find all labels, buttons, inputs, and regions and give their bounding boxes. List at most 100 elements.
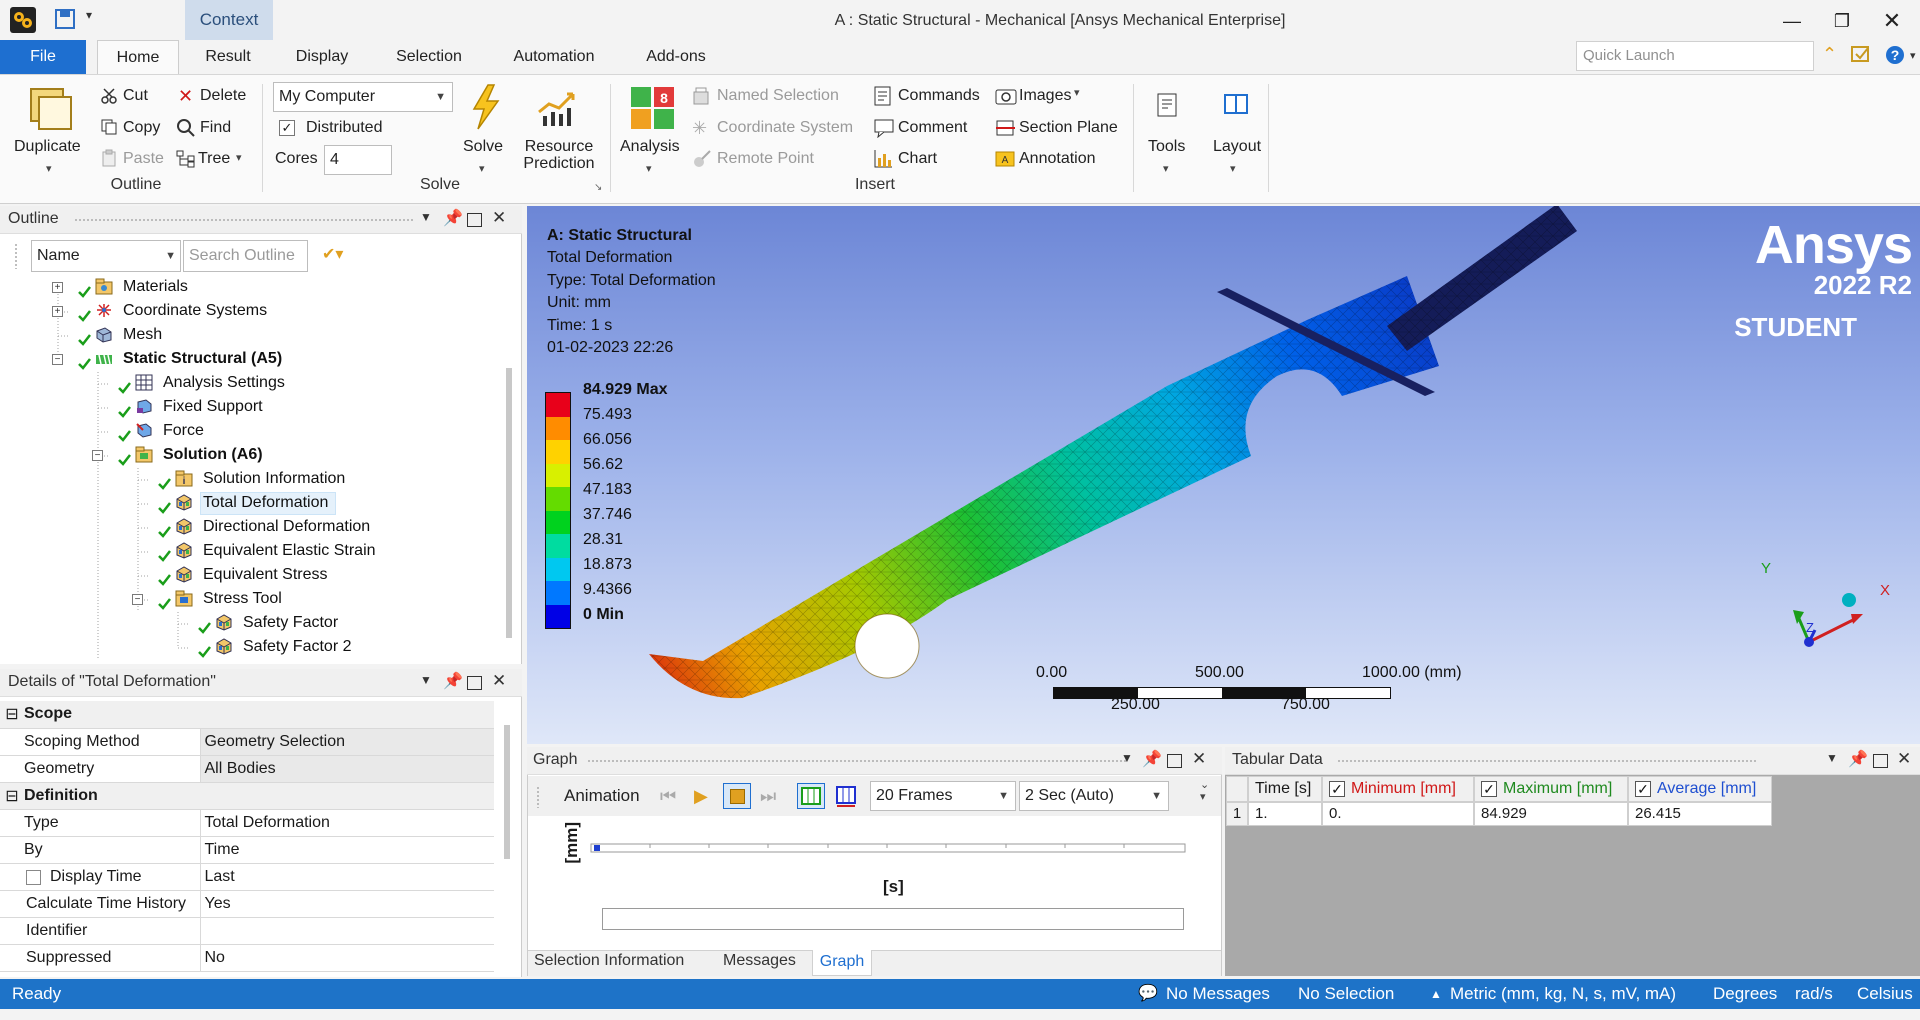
display-time-checkbox[interactable] — [26, 869, 41, 885]
type-value[interactable]: Total Deformation — [200, 809, 494, 837]
tools-dropdown-icon[interactable]: ▾ — [1163, 162, 1169, 175]
tools-icon[interactable] — [1156, 92, 1180, 118]
status-rate[interactable]: rad/s — [1795, 979, 1833, 1009]
distributed-checkbox[interactable]: ✓ — [279, 120, 295, 136]
remote-point-button[interactable]: Remote Point — [717, 150, 814, 168]
tree-item-total-deformation[interactable]: Total Deformation — [203, 494, 328, 512]
tab-file[interactable]: File — [0, 40, 86, 74]
column-checkbox[interactable]: ✓ — [1329, 781, 1345, 797]
pin-icon[interactable]: 📌 — [1848, 749, 1868, 769]
status-temp[interactable]: Celsius — [1857, 979, 1913, 1009]
tree-item-analysis-settings[interactable]: Analysis Settings — [163, 374, 285, 392]
comment-button[interactable]: Comment — [898, 119, 967, 137]
context-tab[interactable]: Context — [185, 0, 273, 40]
resource-prediction-button[interactable]: Resource Prediction — [520, 138, 598, 172]
duration-select[interactable]: 2 Sec (Auto) ▼ — [1019, 781, 1169, 811]
tree-dropdown-icon[interactable]: ▾ — [236, 151, 242, 164]
details-row[interactable]: Suppressed No — [0, 944, 494, 972]
outline-search-input[interactable]: Search Outline — [183, 240, 308, 272]
tree-item-force[interactable]: Force — [163, 422, 204, 440]
geometry-value[interactable]: All Bodies — [200, 755, 494, 783]
images-dropdown-icon[interactable]: ▾ — [1074, 86, 1080, 99]
graphics-viewport[interactable]: A: Static Structural Total Deformation T… — [527, 206, 1920, 744]
solve-machine-select[interactable]: My Computer ▼ — [273, 82, 453, 112]
expand-icon[interactable]: + — [52, 306, 63, 317]
details-row[interactable]: By Time — [0, 836, 494, 864]
delete-button[interactable]: Delete — [200, 87, 246, 105]
annotation-button[interactable]: Annotation — [1019, 150, 1096, 168]
tree-item-directional-deformation[interactable]: Directional Deformation — [203, 518, 370, 536]
layout-icon[interactable] — [1223, 92, 1249, 118]
tab-add-ons[interactable]: Add-ons — [632, 40, 720, 74]
maximize-icon[interactable] — [467, 213, 482, 227]
tree-item-equivalent-elastic-strain[interactable]: Equivalent Elastic Strain — [203, 542, 376, 560]
maximize-icon[interactable] — [1873, 754, 1888, 768]
commands-button[interactable]: Commands — [898, 87, 980, 105]
layout-dropdown-icon[interactable]: ▾ — [1230, 162, 1236, 175]
by-value[interactable]: Time — [200, 836, 494, 864]
pin-icon[interactable]: 📌 — [443, 208, 463, 228]
solve-dropdown-icon[interactable]: ▾ — [479, 162, 485, 175]
collapse-icon[interactable]: − — [132, 594, 143, 605]
collapse-icon[interactable]: ⊟ — [0, 701, 20, 729]
panel-menu-icon[interactable]: ▼ — [1826, 751, 1838, 765]
status-messages[interactable]: No Messages — [1166, 979, 1270, 1009]
stop-button[interactable] — [723, 783, 751, 809]
outline-filter-select[interactable]: Name ▼ — [31, 240, 181, 272]
qat-dropdown-icon[interactable]: ▾ — [86, 8, 92, 22]
cut-button[interactable]: Cut — [123, 87, 148, 105]
save-icon[interactable] — [55, 9, 75, 29]
duplicate-icon[interactable] — [28, 86, 74, 132]
panel-menu-icon[interactable]: ▼ — [420, 673, 432, 687]
tree-item-solution-information[interactable]: Solution Information — [203, 470, 345, 488]
status-angle[interactable]: Degrees — [1713, 979, 1777, 1009]
collapse-icon[interactable]: − — [52, 354, 63, 365]
solve-icon[interactable] — [468, 84, 502, 130]
collapse-icon[interactable]: ⊟ — [0, 782, 20, 810]
panel-close-icon[interactable]: ✕ — [492, 208, 506, 228]
details-row[interactable]: Identifier — [0, 917, 494, 945]
duplicate-dropdown-icon[interactable]: ▾ — [46, 162, 52, 175]
tree-item-coordinate-systems[interactable]: Coordinate Systems — [123, 302, 267, 320]
panel-menu-icon[interactable]: ▼ — [1121, 751, 1133, 765]
row-header[interactable]: 1 — [1226, 802, 1248, 826]
scoping-method-value[interactable]: Geometry Selection — [200, 728, 494, 756]
analysis-dropdown-icon[interactable]: ▾ — [646, 162, 652, 175]
triad-axes[interactable] — [1757, 552, 1877, 652]
play-icon[interactable]: ▶ — [694, 786, 708, 807]
duplicate-button[interactable]: Duplicate — [14, 138, 81, 156]
details-section-definition[interactable]: ⊟ Definition — [0, 782, 494, 810]
outline-scrollbar[interactable] — [506, 368, 512, 638]
distributed-frames-button[interactable] — [797, 783, 825, 809]
tree-item-equivalent-stress[interactable]: Equivalent Stress — [203, 566, 328, 584]
tab-messages[interactable]: Messages — [723, 952, 796, 970]
tab-selection-information[interactable]: Selection Information — [534, 952, 684, 970]
status-units[interactable]: Metric (mm, kg, N, s, mV, mA) — [1450, 979, 1676, 1009]
details-row[interactable]: Geometry All Bodies — [0, 755, 494, 783]
solve-button[interactable]: Solve — [463, 138, 503, 156]
suppressed-value[interactable]: No — [200, 944, 494, 972]
search-options-icon[interactable]: ✔▾ — [322, 244, 343, 264]
column-header-average[interactable]: ✓ Average [mm] — [1628, 776, 1772, 802]
restore-button[interactable]: ❐ — [1822, 6, 1862, 36]
panel-close-icon[interactable]: ✕ — [1192, 749, 1206, 769]
details-section-scope[interactable]: ⊟ Scope — [0, 701, 494, 729]
maximize-icon[interactable] — [467, 676, 482, 690]
next-frame-icon[interactable]: ⏭ — [760, 786, 776, 807]
tree-item-static-structural[interactable]: Static Structural (A5) — [123, 350, 282, 368]
tab-display[interactable]: Display — [285, 40, 359, 74]
tree-item-safety-factor-2[interactable]: Safety Factor 2 — [243, 638, 352, 656]
details-scrollbar[interactable] — [504, 725, 510, 859]
coordinate-system-button[interactable]: Coordinate System — [717, 119, 853, 137]
find-button[interactable]: Find — [200, 119, 231, 137]
chart-button[interactable]: Chart — [898, 150, 937, 168]
paste-button[interactable]: Paste — [123, 150, 164, 168]
tree-item-fixed-support[interactable]: Fixed Support — [163, 398, 263, 416]
expand-icon[interactable]: + — [52, 282, 63, 293]
table-cell-time[interactable]: 1. — [1248, 802, 1322, 826]
close-button[interactable]: ✕ — [1872, 6, 1912, 36]
cores-input[interactable]: 4 — [324, 145, 392, 175]
result-frames-icon[interactable] — [834, 783, 860, 809]
column-checkbox[interactable]: ✓ — [1635, 781, 1651, 797]
panel-close-icon[interactable]: ✕ — [1897, 749, 1911, 769]
